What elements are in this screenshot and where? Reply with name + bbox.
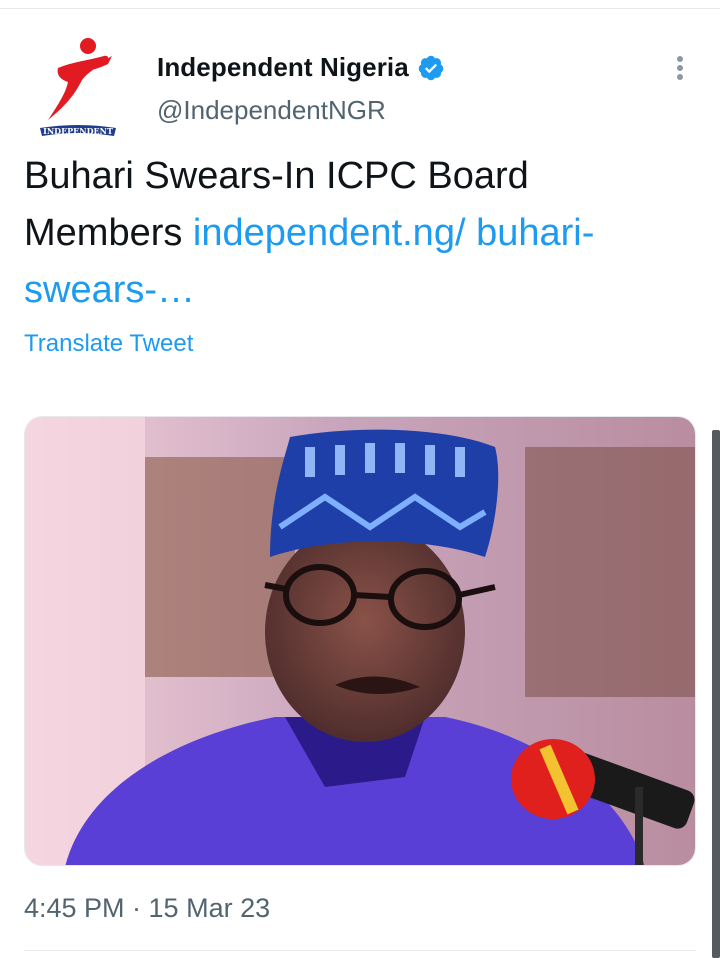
news-photo-image	[25, 417, 695, 865]
avatar[interactable]: INDEPENDENT	[38, 36, 120, 140]
bottom-divider	[24, 950, 696, 951]
independent-logo-icon: INDEPENDENT	[40, 38, 116, 136]
tweet-timestamp[interactable]: 4:45 PM · 15 Mar 23	[24, 893, 270, 924]
author-name-row[interactable]: Independent Nigeria	[157, 52, 445, 83]
author-name[interactable]: Independent Nigeria	[157, 52, 409, 83]
more-options-icon[interactable]	[668, 52, 692, 84]
scrollbar[interactable]	[712, 430, 720, 958]
svg-text:INDEPENDENT: INDEPENDENT	[43, 126, 113, 136]
more-dot	[677, 65, 683, 71]
more-dot	[677, 74, 683, 80]
top-divider	[0, 8, 720, 9]
more-dot	[677, 56, 683, 62]
tweet-media-image[interactable]	[24, 416, 696, 866]
translate-tweet-link[interactable]: Translate Tweet	[24, 330, 193, 358]
verified-badge-icon	[418, 55, 444, 80]
tweet-text: Buhari Swears-In ICPC Board Members inde…	[24, 148, 684, 319]
author-handle[interactable]: @IndependentNGR	[157, 95, 386, 126]
avatar-logo-text: INDEPENDENT	[43, 126, 113, 136]
